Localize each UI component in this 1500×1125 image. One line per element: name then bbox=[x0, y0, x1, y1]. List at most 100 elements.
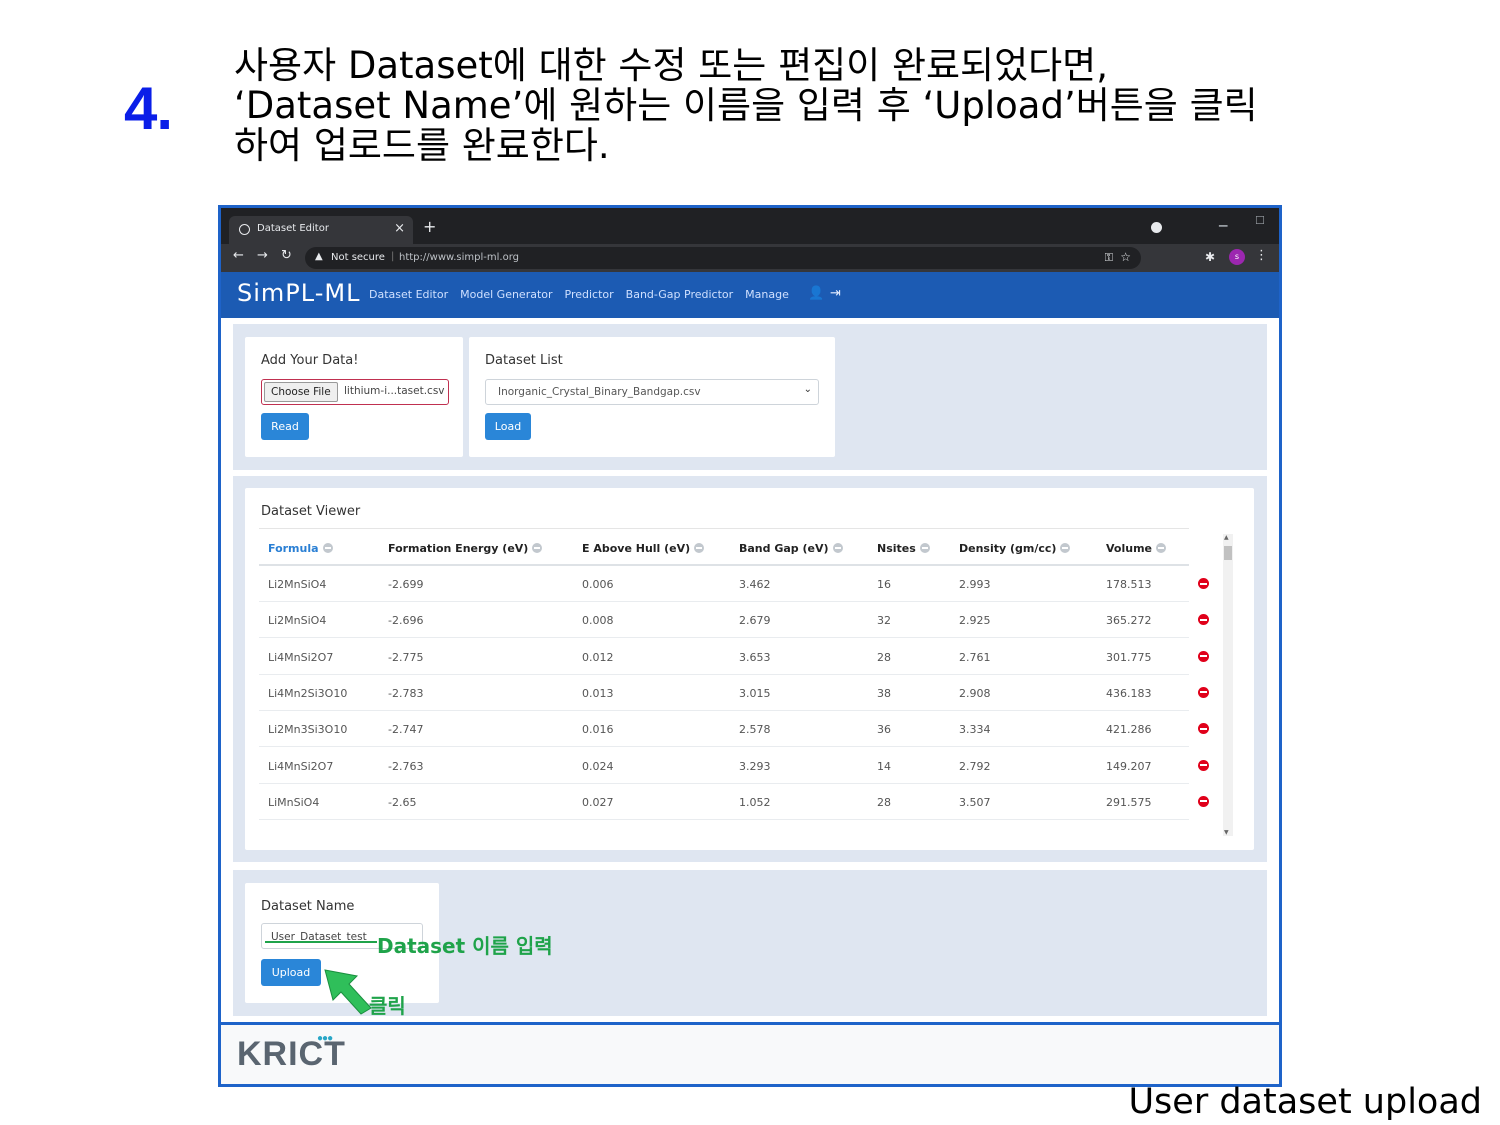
table-cell: -2.747 bbox=[388, 723, 424, 737]
table-scrollbar[interactable]: ▲ ▼ bbox=[1223, 534, 1233, 836]
sort-icon bbox=[1060, 543, 1071, 553]
sort-icon bbox=[832, 543, 843, 553]
add-data-title: Add Your Data! bbox=[261, 353, 359, 368]
table-cell: 38 bbox=[877, 686, 891, 700]
delete-row-icon[interactable] bbox=[1198, 723, 1209, 735]
table-row[interactable]: Li2MnSiO4 -2.699 0.006 3.462 16 2.993 178.513 bbox=[259, 566, 1209, 602]
column-band-gap[interactable]: Band Gap (eV) bbox=[739, 542, 843, 555]
table-cell: 0.008 bbox=[582, 614, 614, 628]
dataset-list-card: Dataset List Inorganic_Crystal_Binary_Ba… bbox=[469, 337, 835, 457]
nav-predictor[interactable]: Predictor bbox=[565, 288, 614, 301]
not-secure-label: Not secure bbox=[331, 252, 385, 263]
reload-icon[interactable]: ↻ bbox=[281, 248, 292, 263]
column-density[interactable]: Density (gm/cc) bbox=[959, 542, 1071, 555]
minimize-icon[interactable]: ▁ bbox=[1219, 214, 1227, 227]
column-e-above-hull[interactable]: E Above Hull (eV) bbox=[582, 542, 705, 555]
table-row[interactable]: Li4MnSi2O7 -2.775 0.012 3.653 28 2.761 301.775 bbox=[259, 639, 1209, 675]
delete-row-icon[interactable] bbox=[1198, 578, 1209, 589]
user-icon[interactable]: 👤 bbox=[808, 286, 824, 301]
table-row[interactable]: Li4MnSi2O7 -2.763 0.024 3.293 14 2.792 149.207 bbox=[259, 748, 1209, 784]
choose-file-button[interactable]: Choose File bbox=[264, 382, 338, 402]
table-cell: 16 bbox=[877, 578, 891, 591]
sort-icon bbox=[694, 543, 705, 553]
nav-links: Dataset Editor Model Generator Predictor… bbox=[369, 288, 789, 301]
table-cell: 301.775 bbox=[1106, 650, 1152, 664]
delete-row-icon[interactable] bbox=[1198, 686, 1209, 698]
profile-avatar[interactable]: s bbox=[1229, 249, 1245, 265]
table-cell: 365.272 bbox=[1106, 614, 1152, 628]
add-data-card: Add Your Data! Choose File lithium-i...t… bbox=[245, 337, 463, 457]
table-cell: 36 bbox=[877, 723, 891, 737]
table-cell: 2.925 bbox=[959, 614, 991, 628]
upload-button[interactable]: Upload bbox=[261, 959, 321, 986]
sort-icon bbox=[919, 543, 930, 553]
scroll-down-icon[interactable]: ▼ bbox=[1224, 829, 1229, 836]
table-cell: 3.462 bbox=[739, 578, 771, 591]
delete-row-icon[interactable] bbox=[1198, 759, 1209, 771]
browser-toolbar: ← → ↻ ▲ Not secure | http://www.simpl-ml… bbox=[221, 244, 1279, 272]
sort-icon bbox=[322, 543, 333, 553]
table-cell: 2.679 bbox=[739, 614, 771, 628]
dataset-viewer-card: Dataset Viewer Formula Formation Energy … bbox=[245, 488, 1254, 850]
table-cell: Li4MnSi2O7 bbox=[268, 650, 334, 664]
tab-close-icon[interactable]: × bbox=[394, 221, 405, 236]
maximize-icon[interactable]: ☐ bbox=[1255, 214, 1265, 227]
table-cell: -2.763 bbox=[388, 759, 424, 773]
footer: KRICT ●●● bbox=[221, 1022, 1279, 1084]
table-row[interactable]: LiMnSiO4 -2.65 0.027 1.052 28 3.507 291.575 bbox=[259, 784, 1209, 820]
extensions-icon[interactable]: ✱ bbox=[1205, 250, 1215, 264]
table-row[interactable]: Li4Mn2Si3O10 -2.783 0.013 3.015 38 2.908 436.1… bbox=[259, 675, 1209, 711]
nav-model-generator[interactable]: Model Generator bbox=[460, 288, 552, 301]
table-cell: 0.027 bbox=[582, 795, 614, 809]
table-row[interactable]: Li2Mn3Si3O10 -2.747 0.016 2.578 36 3.334 421.2… bbox=[259, 711, 1209, 748]
table-cell: LiMnSiO4 bbox=[268, 795, 320, 809]
forward-icon[interactable]: → bbox=[257, 248, 268, 263]
table-row[interactable]: Li2MnSiO4 -2.696 0.008 2.679 32 2.925 365.272 bbox=[259, 602, 1209, 639]
dataset-name-title: Dataset Name bbox=[261, 899, 355, 914]
chevron-down-icon: ⌄ bbox=[803, 384, 812, 395]
instruction-line-1: 사용자 Dataset에 대한 수정 또는 편집이 완료되었다면, bbox=[234, 44, 1108, 87]
dataset-select[interactable]: Inorganic_Crystal_Binary_Bandgap.csv ⌄ bbox=[485, 379, 819, 405]
step-number: 4. bbox=[124, 75, 173, 142]
nav-dataset-editor[interactable]: Dataset Editor bbox=[369, 288, 448, 301]
column-formula[interactable]: Formula bbox=[268, 542, 333, 555]
scroll-up-icon[interactable]: ▲ bbox=[1224, 534, 1229, 541]
back-icon[interactable]: ← bbox=[233, 248, 244, 263]
table-cell: 178.513 bbox=[1106, 578, 1152, 591]
address-bar[interactable]: ▲ Not secure | http://www.simpl-ml.org ⚿… bbox=[305, 247, 1141, 269]
instruction-line-3: 하여 업로드를 완료한다. bbox=[234, 124, 610, 167]
table-cell: 0.013 bbox=[582, 686, 614, 700]
delete-row-icon[interactable] bbox=[1198, 650, 1209, 662]
table-cell: Li4MnSi2O7 bbox=[268, 759, 334, 773]
column-formation-energy[interactable]: Formation Energy (eV) bbox=[388, 542, 543, 555]
file-input[interactable]: Choose File lithium-i...taset.csv bbox=[261, 379, 449, 405]
table-cell: 2.792 bbox=[959, 759, 991, 773]
load-section: Add Your Data! Choose File lithium-i...t… bbox=[233, 324, 1267, 470]
browser-tab[interactable]: Dataset Editor × bbox=[229, 216, 413, 244]
new-tab-icon[interactable]: + bbox=[423, 217, 436, 236]
read-button[interactable]: Read bbox=[261, 413, 309, 440]
table-cell: -2.783 bbox=[388, 686, 424, 700]
table-cell: 3.507 bbox=[959, 795, 991, 809]
star-icon[interactable]: ☆ bbox=[1120, 250, 1131, 264]
nav-manage[interactable]: Manage bbox=[745, 288, 789, 301]
key-icon[interactable]: ⚿ bbox=[1105, 251, 1113, 265]
tab-search-icon[interactable] bbox=[1151, 222, 1162, 233]
column-volume[interactable]: Volume bbox=[1106, 542, 1166, 555]
column-nsites[interactable]: Nsites bbox=[877, 542, 930, 555]
table-cell: 291.575 bbox=[1106, 795, 1152, 809]
table-cell: 2.908 bbox=[959, 686, 991, 700]
load-button[interactable]: Load bbox=[485, 413, 531, 440]
delete-row-icon[interactable] bbox=[1198, 795, 1209, 807]
scroll-thumb[interactable] bbox=[1224, 546, 1232, 560]
table-cell: -2.699 bbox=[388, 578, 424, 591]
logout-icon[interactable]: ⇥ bbox=[830, 286, 841, 301]
table-cell: 3.334 bbox=[959, 723, 991, 737]
table-cell: 32 bbox=[877, 614, 891, 628]
delete-row-icon[interactable] bbox=[1198, 614, 1209, 626]
table-cell: Li2MnSiO4 bbox=[268, 578, 327, 591]
nav-band-gap-predictor[interactable]: Band-Gap Predictor bbox=[626, 288, 734, 301]
browser-menu-icon[interactable]: ⋮ bbox=[1255, 248, 1268, 263]
table-cell: 14 bbox=[877, 759, 891, 773]
brand-logo[interactable]: SimPL-ML bbox=[237, 279, 360, 307]
